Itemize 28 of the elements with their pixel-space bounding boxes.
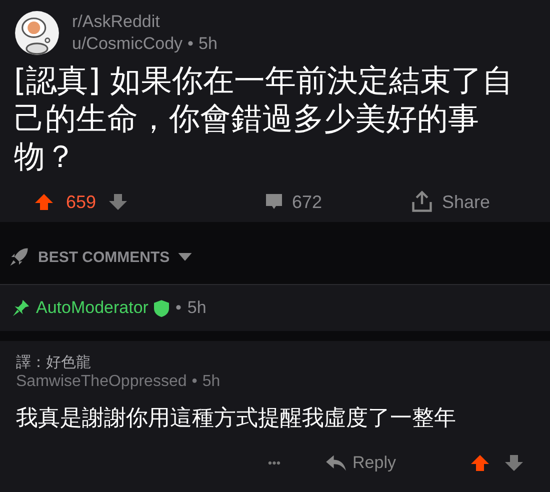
reply-button[interactable]: Reply (324, 453, 396, 473)
downvote-icon[interactable] (108, 192, 128, 212)
caret-icon (178, 252, 192, 262)
comment-count: 672 (292, 192, 322, 212)
downvote-icon[interactable] (504, 453, 524, 473)
rocket-icon (8, 246, 30, 268)
reply-icon (324, 454, 347, 472)
more-button[interactable]: ••• (268, 456, 281, 470)
comment-author[interactable]: SamwiseTheOppressed (16, 373, 187, 391)
sort-button[interactable]: BEST COMMENTS (8, 246, 192, 268)
subreddit-name[interactable]: r/AskReddit (72, 12, 218, 32)
upvote-icon[interactable] (34, 192, 54, 212)
separator-dot: • (192, 373, 198, 391)
vote-count: 659 (66, 192, 96, 212)
post-age: 5h (198, 34, 218, 54)
post-author[interactable]: u/CosmicCody (72, 34, 183, 54)
share-icon (410, 190, 434, 214)
separator-dot: • (175, 298, 182, 318)
comment-age: 5h (202, 373, 220, 391)
share-button[interactable]: Share (410, 190, 490, 214)
separator-dot: • (188, 34, 194, 54)
comment-text: 我真是謝謝你用這種方式提醒我虛度了一整年 (16, 405, 457, 433)
comment-age: 5h (187, 298, 206, 318)
subreddit-avatar-icon[interactable] (14, 10, 60, 56)
post-title: [認真] 如果你在一年前決定結束了自己的生命，你會錯過多少美好的事物？ (14, 62, 514, 176)
upvote-icon[interactable] (470, 453, 490, 473)
comment-author[interactable]: AutoModerator (36, 298, 148, 318)
translator-note: 譯：好色龍 (16, 353, 92, 372)
